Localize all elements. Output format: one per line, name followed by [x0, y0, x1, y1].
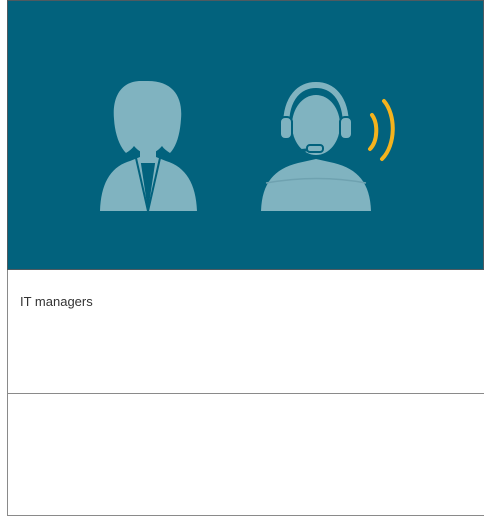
table-row [7, 394, 484, 516]
hero-illustration [100, 81, 395, 212]
user-woman-icon [100, 81, 197, 211]
table-row: IT managers [7, 270, 484, 394]
row-label: IT managers [20, 294, 93, 309]
sound-waves-icon [368, 99, 395, 161]
support-agent-headset-icon [261, 81, 371, 211]
hero-banner [7, 0, 484, 270]
card: IT managers [7, 0, 484, 516]
